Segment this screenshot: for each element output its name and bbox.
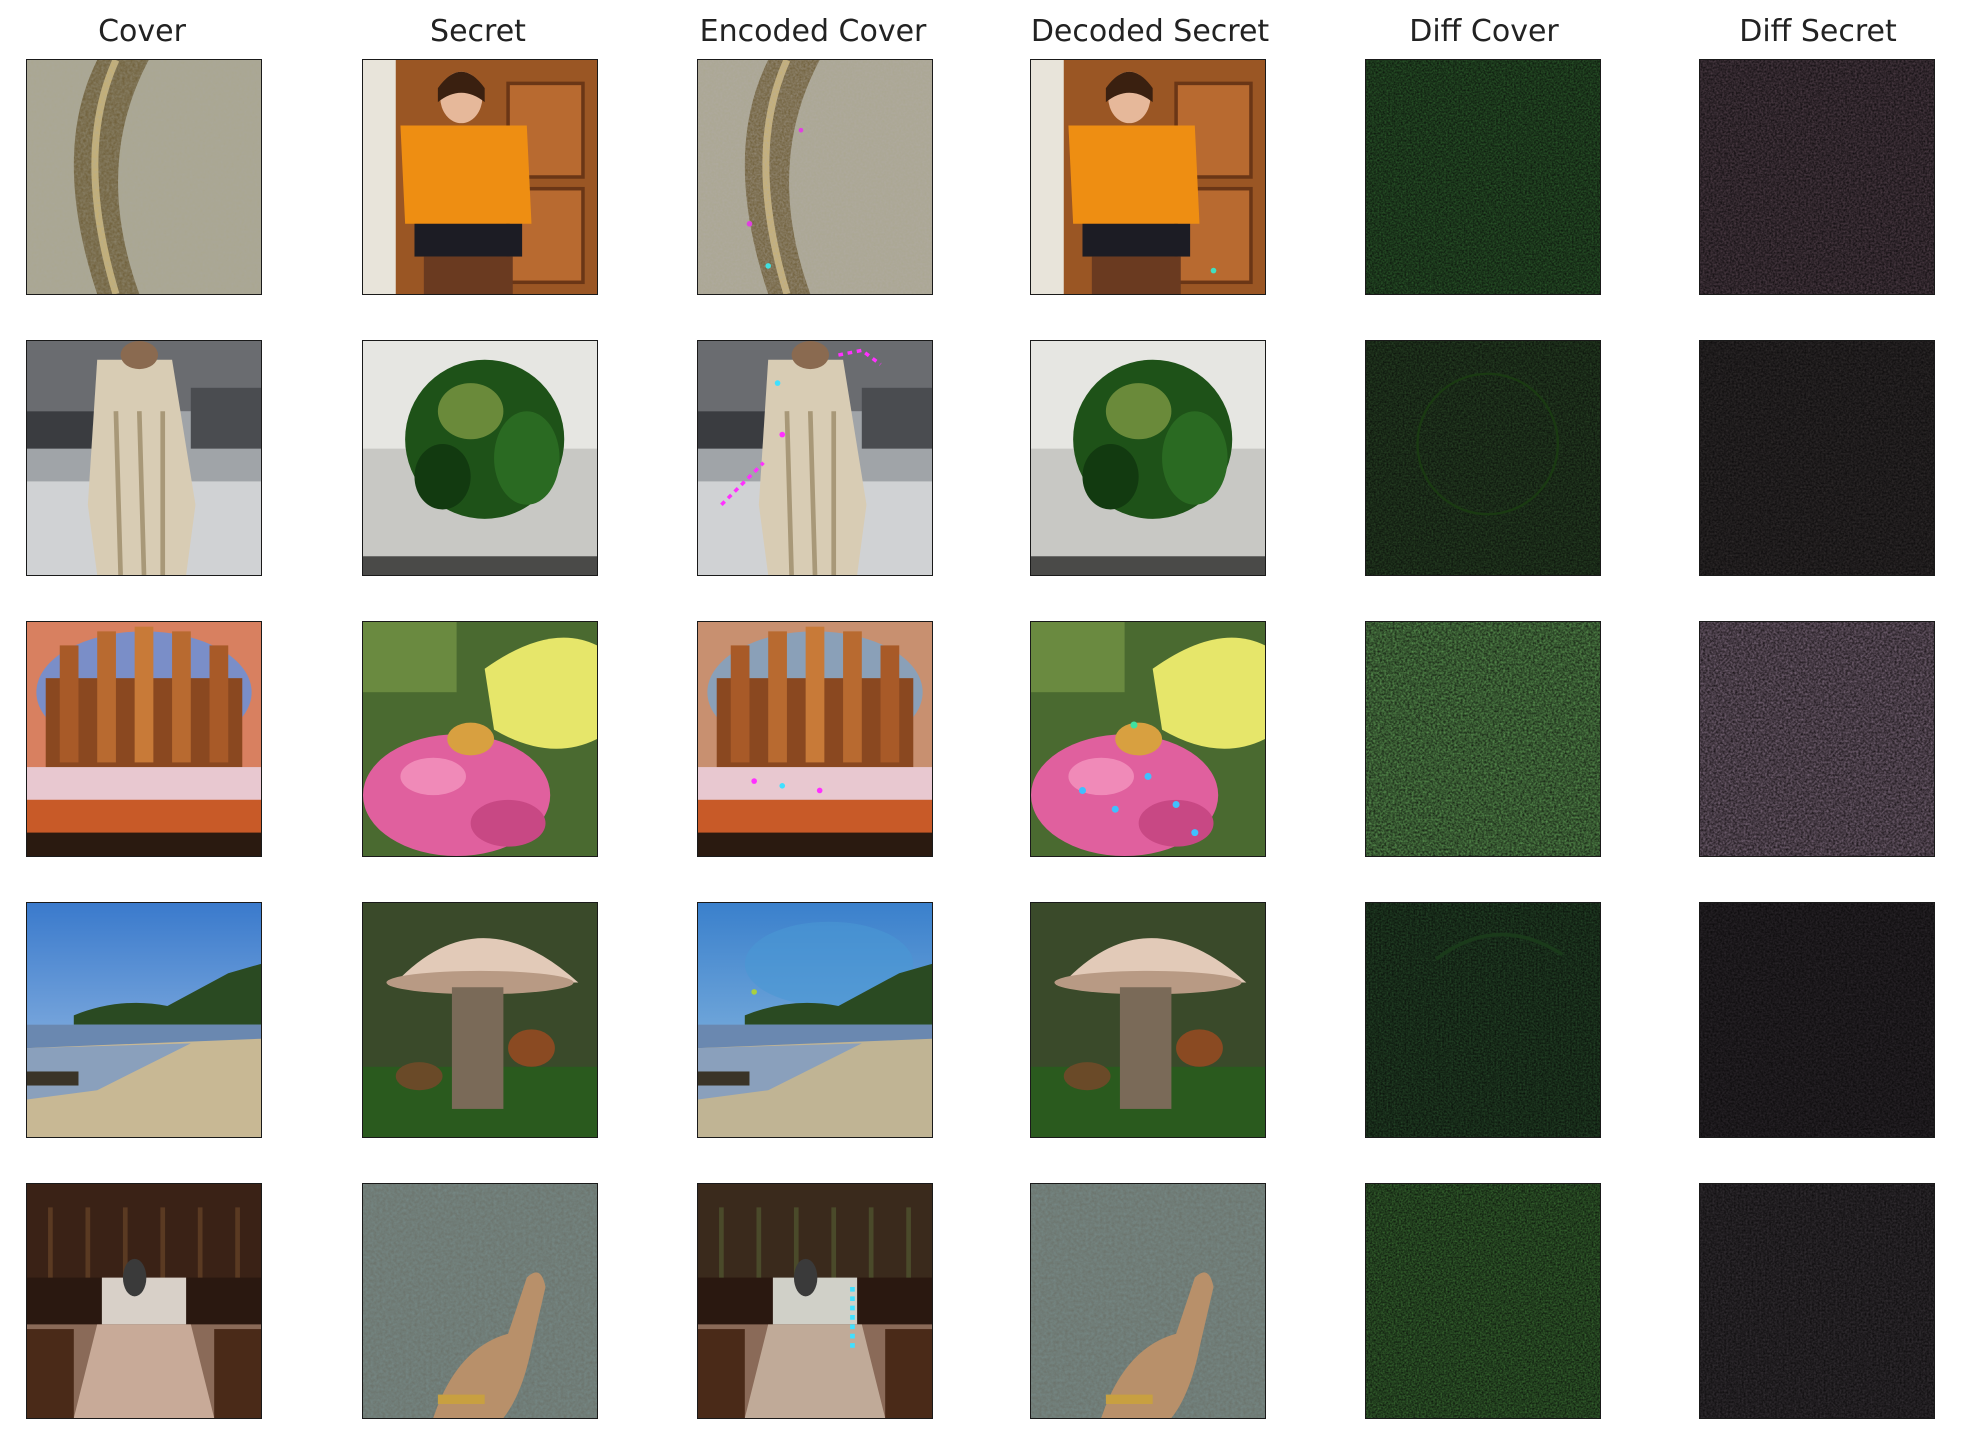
column-title-encoded-cover: Encoded Cover	[699, 14, 927, 49]
row5-cover-image	[26, 1183, 262, 1419]
row4-cover-image	[26, 902, 262, 1138]
row3-encoded-cover-image	[697, 621, 933, 857]
row1-secret-image	[362, 59, 598, 295]
row4-encoded-cover-image	[697, 902, 933, 1138]
row1-diff-secret-image	[1699, 59, 1935, 295]
row5-diff-cover-image	[1365, 1183, 1601, 1419]
row2-decoded-secret-image	[1030, 340, 1266, 576]
figure-grid: Cover Secret Encoded Cover Decoded Secre…	[0, 0, 1973, 1430]
row3-diff-secret-image	[1699, 621, 1935, 857]
row2-diff-cover-image	[1365, 340, 1601, 576]
column-title-diff-secret: Diff Secret	[1739, 14, 1897, 49]
row2-encoded-cover-image	[697, 340, 933, 576]
row4-decoded-secret-image	[1030, 902, 1266, 1138]
row1-encoded-cover-image	[697, 59, 933, 295]
column-title-diff-cover: Diff Cover	[1409, 14, 1559, 49]
row5-secret-image	[362, 1183, 598, 1419]
row3-cover-image	[26, 621, 262, 857]
row3-decoded-secret-image	[1030, 621, 1266, 857]
row4-diff-secret-image	[1699, 902, 1935, 1138]
column-title-cover: Cover	[98, 14, 186, 49]
row5-diff-secret-image	[1699, 1183, 1935, 1419]
row2-cover-image	[26, 340, 262, 576]
row5-encoded-cover-image	[697, 1183, 933, 1419]
row1-decoded-secret-image	[1030, 59, 1266, 295]
row1-cover-image	[26, 59, 262, 295]
row4-secret-image	[362, 902, 598, 1138]
row3-secret-image	[362, 621, 598, 857]
column-title-decoded-secret: Decoded Secret	[1030, 14, 1270, 49]
row1-diff-cover-image	[1365, 59, 1601, 295]
row2-secret-image	[362, 340, 598, 576]
row3-diff-cover-image	[1365, 621, 1601, 857]
column-title-secret: Secret	[430, 14, 526, 49]
row2-diff-secret-image	[1699, 340, 1935, 576]
row5-decoded-secret-image	[1030, 1183, 1266, 1419]
row4-diff-cover-image	[1365, 902, 1601, 1138]
